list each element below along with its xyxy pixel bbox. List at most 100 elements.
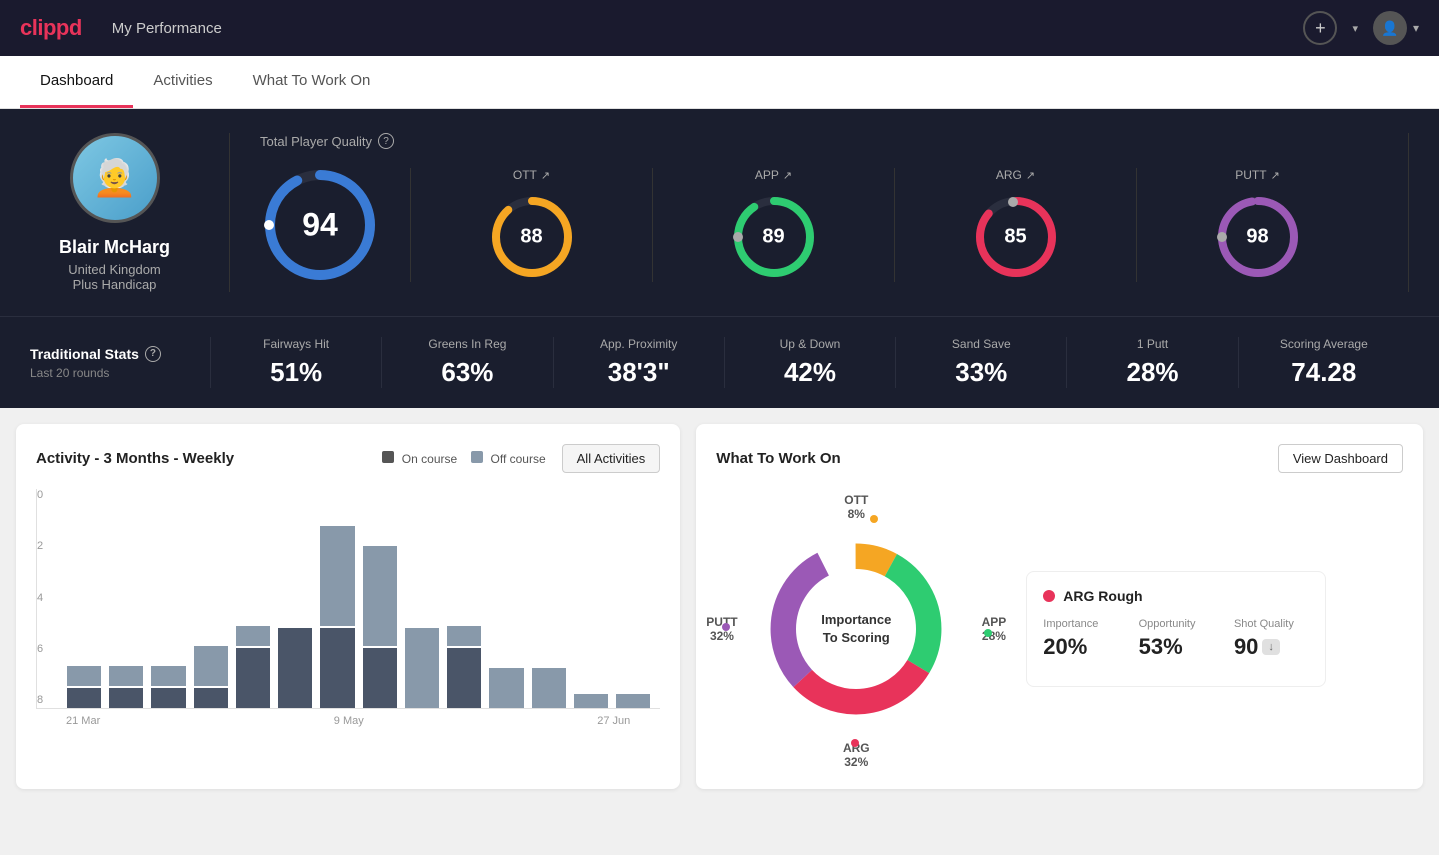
wtwo-card-title: ARG Rough: [1063, 588, 1142, 604]
ott-indicator: [870, 515, 878, 523]
stat-up-down-label: Up & Down: [735, 337, 885, 351]
off-course-dot: [471, 451, 483, 463]
wtwo-importance-label: Importance: [1043, 618, 1118, 630]
wtwo-shot-quality-label: Shot Quality: [1234, 618, 1309, 630]
legend-off-course: Off course: [471, 451, 545, 466]
bar-off-13: [616, 694, 650, 708]
tab-what-to-work-on[interactable]: What To Work On: [233, 56, 391, 108]
stat-1-putt-value: 28%: [1077, 357, 1227, 388]
chart-x-labels: 21 Mar 9 May 27 Jun: [36, 715, 660, 727]
wtwo-inner: ImportanceTo Scoring OTT 8% APP 28% ARG …: [716, 489, 1403, 769]
wtwo-info-card: ARG Rough Importance 20% Opportunity 53%…: [1026, 571, 1326, 687]
bar-off-0: [67, 666, 101, 686]
bar-off-8: [405, 628, 439, 708]
logo-text: clippd: [20, 15, 82, 41]
bar-on-1: [109, 688, 143, 708]
sub-scores-row: OTT ↗ 88 APP ↗: [410, 168, 1378, 282]
stat-up-down-value: 42%: [735, 357, 885, 388]
bar-group-8: [405, 489, 439, 708]
sub-score-putt: PUTT ↗ 98: [1136, 168, 1378, 282]
app-value: 89: [762, 226, 784, 249]
stat-1-putt: 1 Putt 28%: [1066, 337, 1237, 388]
trad-stats-help-icon[interactable]: ?: [145, 346, 161, 362]
bar-on-0: [67, 688, 101, 708]
activity-panel-header: Activity - 3 Months - Weekly On course O…: [36, 444, 660, 473]
wtwo-opportunity: Opportunity 53%: [1139, 618, 1214, 660]
stat-1-putt-label: 1 Putt: [1077, 337, 1227, 351]
add-chevron: ▾: [1352, 22, 1358, 35]
all-activities-button[interactable]: All Activities: [562, 444, 661, 473]
player-avatar: 🧑‍🦳: [70, 133, 160, 223]
putt-label: PUTT ↗: [1235, 168, 1280, 182]
wtwo-importance-value: 20%: [1043, 634, 1118, 660]
on-course-dot: [382, 451, 394, 463]
arg-circle: 85: [971, 192, 1061, 282]
putt-arrow: ↗: [1271, 169, 1280, 182]
stat-app-proximity-value: 38'3": [564, 357, 714, 388]
stat-app-proximity: App. Proximity 38'3": [553, 337, 724, 388]
bar-off-9: [447, 626, 481, 646]
ott-label: OTT ↗: [513, 168, 550, 182]
panels: Activity - 3 Months - Weekly On course O…: [0, 408, 1439, 805]
stat-scoring-average-value: 74.28: [1249, 357, 1399, 388]
header-title: My Performance: [112, 20, 222, 37]
bar-group-4: [236, 489, 270, 708]
app-label: APP ↗: [755, 168, 792, 182]
bar-off-1: [109, 666, 143, 686]
chart-controls: On course Off course All Activities: [382, 444, 660, 473]
stat-items: Fairways Hit 51% Greens In Reg 63% App. …: [210, 337, 1409, 388]
stat-app-proximity-label: App. Proximity: [564, 337, 714, 351]
chart-area: 8 6 4 2 0: [36, 489, 660, 709]
tab-activities[interactable]: Activities: [133, 56, 232, 108]
bar-off-6: [320, 526, 354, 626]
arg-indicator: [851, 739, 859, 747]
ott-circle: 88: [487, 192, 577, 282]
quality-title: Total Player Quality ?: [260, 133, 1378, 149]
legend-on-course: On course: [382, 451, 457, 466]
bar-group-6: [320, 489, 354, 708]
wtwo-metrics: Importance 20% Opportunity 53% Shot Qual…: [1043, 618, 1309, 660]
view-dashboard-button[interactable]: View Dashboard: [1278, 444, 1403, 473]
sub-score-arg: ARG ↗ 85: [894, 168, 1136, 282]
donut-wrapper: ImportanceTo Scoring OTT 8% APP 28% ARG …: [716, 489, 996, 769]
arg-value: 85: [1004, 226, 1026, 249]
bar-group-5: [278, 489, 312, 708]
stat-greens-in-reg-label: Greens In Reg: [392, 337, 542, 351]
tab-dashboard[interactable]: Dashboard: [20, 56, 133, 108]
wtwo-opportunity-value: 53%: [1139, 634, 1214, 660]
bar-group-13: [616, 489, 650, 708]
stat-sand-save: Sand Save 33%: [895, 337, 1066, 388]
chart-legend: On course Off course: [382, 451, 545, 466]
hero-section: 🧑‍🦳 Blair McHarg United Kingdom Plus Han…: [0, 109, 1439, 316]
trad-stats-title: Traditional Stats ?: [30, 346, 210, 362]
wtwo-panel-title: What To Work On: [716, 450, 840, 467]
wtwo-card-header: ARG Rough: [1043, 588, 1309, 604]
player-info: 🧑‍🦳 Blair McHarg United Kingdom Plus Han…: [30, 133, 230, 292]
bar-group-0: [67, 489, 101, 708]
header: clippd My Performance + ▾ 👤 ▾: [0, 0, 1439, 56]
bar-on-9: [447, 648, 481, 708]
bar-group-1: [109, 489, 143, 708]
player-country: United Kingdom: [68, 262, 161, 277]
wtwo-importance: Importance 20%: [1043, 618, 1118, 660]
stat-sand-save-value: 33%: [906, 357, 1056, 388]
avatar-button[interactable]: 👤 ▾: [1373, 11, 1419, 45]
stat-fairways-hit-label: Fairways Hit: [221, 337, 371, 351]
player-handicap: Plus Handicap: [73, 277, 157, 292]
nav-tabs: Dashboard Activities What To Work On: [0, 56, 1439, 109]
bar-off-2: [151, 666, 185, 686]
wtwo-card-dot: [1043, 590, 1055, 602]
chart-y-labels: 8 6 4 2 0: [37, 489, 43, 708]
main-score-circle: 94: [260, 165, 380, 285]
quality-help-icon[interactable]: ?: [378, 133, 394, 149]
app-arrow: ↗: [783, 169, 792, 182]
stat-fairways-hit: Fairways Hit 51%: [210, 337, 381, 388]
app-circle: 89: [729, 192, 819, 282]
quality-section: Total Player Quality ? 94 OTT ↗: [230, 133, 1409, 292]
stat-greens-in-reg-value: 63%: [392, 357, 542, 388]
add-button[interactable]: +: [1303, 11, 1337, 45]
stat-greens-in-reg: Greens In Reg 63%: [381, 337, 552, 388]
scores-row: 94 OTT ↗ 88: [260, 165, 1378, 285]
stat-scoring-average: Scoring Average 74.28: [1238, 337, 1409, 388]
donut-label-ott: OTT 8%: [844, 493, 868, 521]
